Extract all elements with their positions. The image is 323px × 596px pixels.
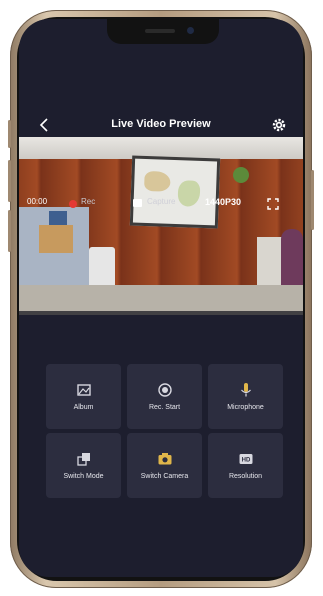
page-title: Live Video Preview <box>111 118 211 130</box>
album-button[interactable]: Album <box>46 364 121 429</box>
side-button <box>8 120 11 148</box>
capture-icon[interactable] <box>133 199 142 207</box>
switch-camera-icon <box>158 453 171 465</box>
gear-icon <box>272 118 286 132</box>
phone-notch <box>107 19 219 44</box>
front-camera <box>187 27 194 34</box>
video-box <box>39 225 73 253</box>
video-plant <box>233 167 249 183</box>
map-landmass <box>177 180 201 207</box>
controls-grid: Album Rec. Start Microphone Switch Mode <box>46 364 283 498</box>
video-control-bar <box>19 311 303 315</box>
switch-camera-button[interactable]: Switch Camera <box>127 433 202 498</box>
microphone-button[interactable]: Microphone <box>208 364 283 429</box>
resolution-button[interactable]: HD Resolution <box>208 433 283 498</box>
capture-button[interactable]: Capture <box>147 197 175 206</box>
record-start-button[interactable]: Rec. Start <box>127 364 202 429</box>
settings-button[interactable] <box>269 115 289 135</box>
record-icon <box>157 383 172 397</box>
header-bar: Live Video Preview <box>19 111 303 139</box>
album-icon <box>76 384 91 396</box>
tile-label: Switch Mode <box>63 473 104 480</box>
resolution-icon: HD <box>239 454 252 464</box>
side-button <box>311 170 314 230</box>
tile-label: Rec. Start <box>148 404 181 411</box>
tile-label: Switch Camera <box>140 473 189 480</box>
microphone-icon <box>240 383 251 397</box>
record-label[interactable]: Rec <box>81 197 95 206</box>
speaker-grille <box>145 29 175 33</box>
resolution-readout: 1440P30 <box>205 197 242 207</box>
live-video-feed[interactable] <box>19 137 303 315</box>
record-dot-icon[interactable] <box>69 200 77 208</box>
app-screen: Live Video Preview 00:00 Rec Capture 144… <box>19 19 303 577</box>
svg-text:HD: HD <box>241 458 250 464</box>
switch-mode-icon <box>76 453 90 466</box>
side-button <box>8 160 11 202</box>
fullscreen-icon <box>267 198 279 210</box>
video-wall-map <box>129 155 221 229</box>
tile-label: Microphone <box>227 404 264 411</box>
record-time: 00:00 <box>27 197 48 206</box>
side-button <box>8 210 11 252</box>
map-landmass <box>144 170 171 192</box>
switch-mode-button[interactable]: Switch Mode <box>46 433 121 498</box>
tile-label: Album <box>73 404 94 411</box>
fullscreen-button[interactable] <box>267 197 279 210</box>
tile-label: Resolution <box>228 473 263 480</box>
